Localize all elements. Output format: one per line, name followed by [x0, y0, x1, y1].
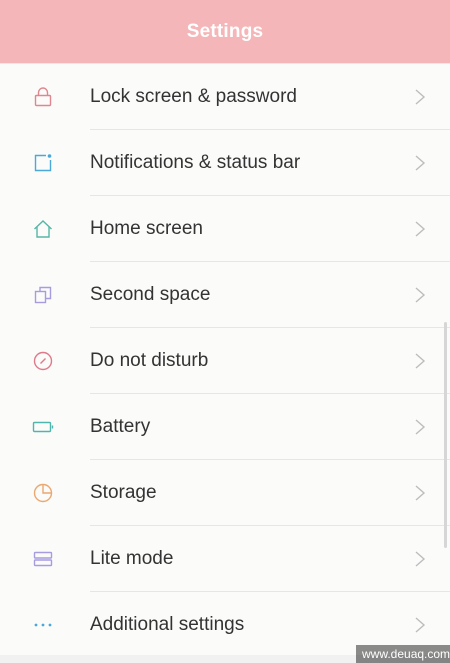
scrollbar[interactable] — [444, 322, 447, 548]
chevron-right-icon — [414, 616, 426, 634]
settings-item-label: Storage — [90, 482, 157, 503]
lite-mode-icon — [32, 548, 54, 570]
settings-item-label: Notifications & status bar — [90, 152, 301, 173]
settings-item-lock-screen[interactable]: Lock screen & password — [0, 64, 450, 130]
second-space-icon — [32, 284, 54, 306]
settings-list: Lock screen & password Notifications & s… — [0, 64, 450, 658]
chevron-right-icon — [414, 418, 426, 436]
home-icon — [32, 218, 54, 240]
battery-icon — [32, 416, 54, 438]
settings-item-do-not-disturb[interactable]: Do not disturb — [0, 328, 450, 394]
chevron-right-icon — [414, 550, 426, 568]
settings-item-label: Additional settings — [90, 614, 245, 635]
more-icon — [32, 614, 54, 636]
settings-item-lite-mode[interactable]: Lite mode — [0, 526, 450, 592]
settings-item-label: Second space — [90, 284, 211, 305]
app-header: Settings — [0, 0, 450, 64]
settings-item-battery[interactable]: Battery — [0, 394, 450, 460]
chevron-right-icon — [414, 220, 426, 238]
page-title: Settings — [186, 20, 264, 42]
settings-item-storage[interactable]: Storage — [0, 460, 450, 526]
settings-item-label: Do not disturb — [90, 350, 209, 371]
settings-item-second-space[interactable]: Second space — [0, 262, 450, 328]
lock-icon — [32, 86, 54, 108]
settings-item-notifications[interactable]: Notifications & status bar — [0, 130, 450, 196]
settings-item-label: Home screen — [90, 218, 203, 239]
settings-item-label: Battery — [90, 416, 151, 437]
chevron-right-icon — [414, 352, 426, 370]
chevron-right-icon — [414, 154, 426, 172]
chevron-right-icon — [414, 484, 426, 502]
settings-item-label: Lock screen & password — [90, 86, 297, 107]
settings-item-home-screen[interactable]: Home screen — [0, 196, 450, 262]
settings-item-label: Lite mode — [90, 548, 174, 569]
notification-icon — [32, 152, 54, 174]
chevron-right-icon — [414, 88, 426, 106]
storage-icon — [32, 482, 54, 504]
chevron-right-icon — [414, 286, 426, 304]
do-not-disturb-icon — [32, 350, 54, 372]
watermark: www.deuaq.com — [356, 645, 450, 663]
